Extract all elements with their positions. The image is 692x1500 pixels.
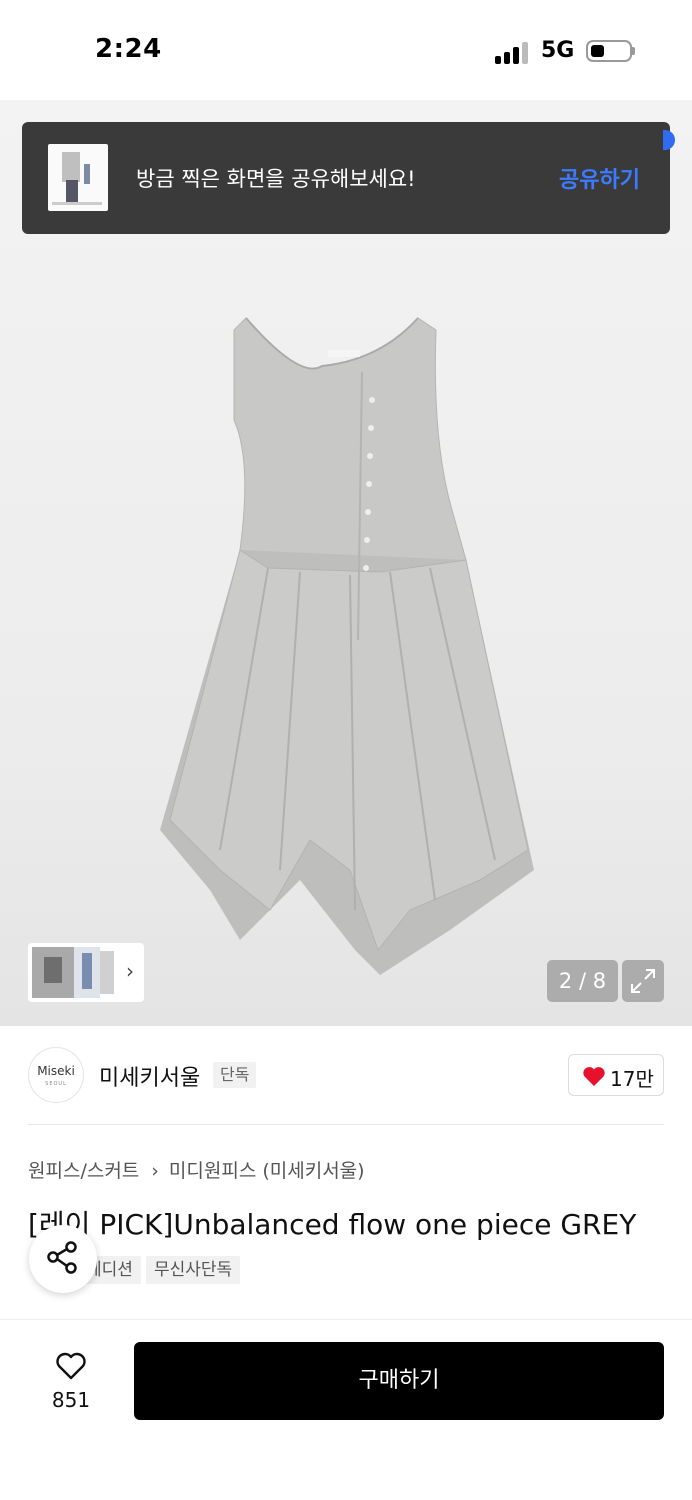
chevron-right-icon: › [151,1160,159,1182]
signal-icon [495,40,531,64]
brand-name[interactable]: 미세키서울 [99,1060,200,1092]
toast-share-button[interactable]: 공유하기 [559,162,640,194]
share-button[interactable] [29,1225,97,1293]
breadcrumb-category[interactable]: 원피스/스커트 [28,1160,139,1182]
bottom-action-bar: 851 구매하기 [0,1319,692,1500]
battery-tip [632,47,635,55]
buy-button[interactable]: 구매하기 [134,1342,664,1420]
heart-filled-icon [583,1067,605,1086]
tag-musinsa-exclusive: 무신사단독 [146,1256,241,1284]
share-icon [47,1241,77,1274]
exclusive-badge: 단독 [213,1062,257,1088]
chevron-right-icon[interactable]: › [126,959,134,983]
screenshot-thumbnail[interactable] [48,144,108,211]
thumbnail-strip[interactable]: › [28,943,144,1002]
breadcrumb: 원피스/스커트 › 미디원피스 (미세키서울) [28,1156,365,1183]
wishlist-button[interactable]: 851 [36,1346,106,1416]
share-toast[interactable]: 방금 찍은 화면을 공유해보세요! 공유하기 [22,122,670,234]
brand-logo-text: Miseki [37,1064,75,1078]
divider [28,1124,664,1125]
brand-like-button[interactable]: 17만 [568,1054,664,1096]
product-image [160,317,534,975]
heart-outline-icon [56,1352,86,1380]
brand-logo[interactable]: Miseki SEOUL [28,1047,84,1103]
breadcrumb-subcategory[interactable]: 미디원피스 (미세키서울) [169,1160,365,1182]
wishlist-count: 851 [51,1388,91,1412]
product-title: [레이 PICK]Unbalanced flow one piece GREY [28,1208,637,1241]
toast-message: 방금 찍은 화면을 공유해보세요! [136,167,416,191]
status-bar: 2:24 5G [0,0,692,100]
network-label: 5G [541,38,575,63]
brand-logo-subtext: SEOUL [45,1081,67,1087]
brand-like-count: 17만 [610,1067,654,1091]
status-time: 2:24 [95,34,162,64]
battery-icon [586,40,632,62]
image-counter: 2 / 8 [547,960,618,1002]
notification-dot [663,130,675,150]
product-image-gallery[interactable]: 방금 찍은 화면을 공유해보세요! 공유하기 › 2 / 8 [0,100,692,1026]
expand-icon[interactable] [622,960,664,1002]
